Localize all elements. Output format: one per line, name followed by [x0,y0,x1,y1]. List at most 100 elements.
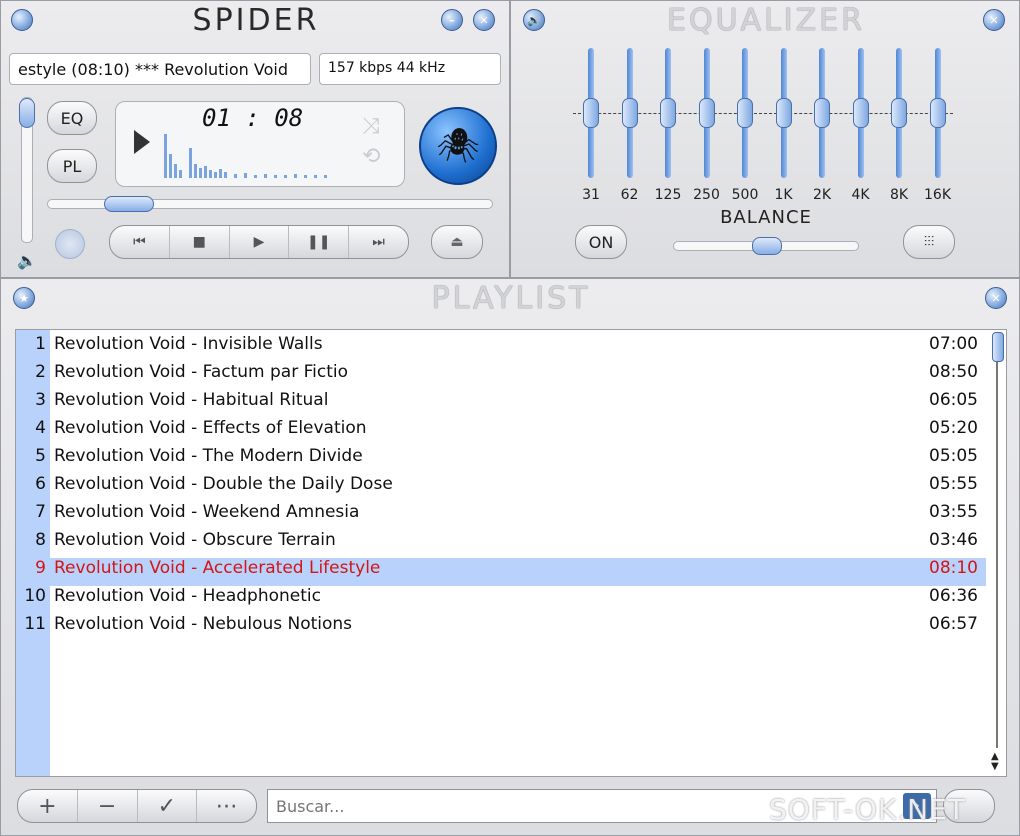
eq-thumb[interactable] [775,98,792,128]
track-name: Revolution Void - Accelerated Lifestyle [54,558,381,578]
eq-thumb[interactable] [891,98,907,128]
eq-band-label: 250 [693,187,720,203]
eq-thumb[interactable] [737,98,753,128]
scroll-thumb[interactable] [992,332,1004,362]
speaker-icon[interactable]: 🔈 [17,251,37,270]
eq-presets-button[interactable]: ⫶⫶⫶ [903,225,955,259]
volume-slider[interactable] [19,97,35,243]
eq-menu-button[interactable]: 🔊 [523,9,545,31]
eq-slider-31[interactable] [583,48,599,178]
playlist-title: PLAYLIST [431,281,591,316]
previous-icon[interactable]: ⏮ [110,226,170,258]
playlist-button[interactable]: PL [47,149,97,183]
table-row[interactable]: 2 Revolution Void - Factum par Fictio 08:5… [16,362,986,390]
track-name: Revolution Void - Invisible Walls [54,334,323,354]
eq-slider-2K[interactable] [814,48,830,178]
play-state-icon [134,130,150,154]
shuffle-icon[interactable]: ⤨ [362,114,380,139]
transport-controls: ⏮ ■ ▶ ❚❚ ⏭ [109,225,409,259]
eq-band-label: 1K [774,187,793,203]
track-duration: 05:55 [929,474,978,494]
balance-thumb[interactable] [752,237,782,255]
eq-thumb[interactable] [698,98,715,128]
next-icon[interactable]: ⏭ [349,226,408,258]
remove-icon[interactable]: − [78,790,138,822]
seek-bar[interactable] [47,196,493,212]
table-row[interactable]: 11 Revolution Void - Nebulous Notions 06:5… [16,614,986,642]
table-row[interactable]: 7 Revolution Void - Weekend Amnesia 03:55 [16,502,986,530]
play-icon[interactable]: ▶ [230,226,290,258]
eq-band-label: 31 [582,187,600,203]
table-row[interactable]: 3 Revolution Void - Habitual Ritual 06:05 [16,390,986,418]
track-duration: 07:00 [929,334,978,354]
eq-button[interactable]: EQ [47,101,97,135]
visualizer-display: 01 : 08 ⤨ ⟲ [115,101,405,187]
track-number: 9 [35,558,46,578]
eq-slider-125[interactable] [660,48,676,178]
track-duration: 06:36 [929,586,978,606]
repeat-icon[interactable]: ⟲ [362,144,380,169]
volume-thumb[interactable] [19,98,35,128]
table-row[interactable]: 1 Revolution Void - Invisible Walls 07:00 [16,334,986,362]
eq-band-label: 125 [654,187,682,203]
table-row[interactable]: 5 Revolution Void - The Modern Divide 05:0… [16,446,986,474]
stop-icon[interactable]: ■ [170,226,230,258]
track-duration: 08:50 [929,362,978,382]
eq-band-label: 8K [889,187,909,203]
eq-slider-4K[interactable] [852,48,869,178]
player-panel: SPIDER – ✕ estyle (08:10) *** Revolution… [0,0,510,278]
eq-thumb[interactable] [583,98,599,128]
track-number: 3 [35,390,46,410]
minimize-button[interactable]: – [441,9,463,31]
table-row[interactable]: 6 Revolution Void - Double the Daily Dose… [16,474,986,502]
close-button[interactable]: ✕ [473,9,495,31]
eq-slider-250[interactable] [698,48,715,178]
playlist-menu-button[interactable]: ★ [13,287,35,309]
more-icon[interactable]: ⋯ [197,790,256,822]
menu-button[interactable] [11,9,33,31]
playlist-list[interactable]: 1 Revolution Void - Invisible Walls 07:00 2… [15,329,1007,777]
spider-logo-button[interactable]: 🕷 [419,107,497,185]
playlist-actions: + − ✓ ⋯ [17,789,257,823]
seek-thumb[interactable] [104,196,154,212]
eq-close-button[interactable]: ✕ [983,9,1005,31]
table-row[interactable]: 9 Revolution Void - Accelerated Lifestyle… [16,558,986,586]
record-button[interactable] [55,229,85,259]
track-name: Revolution Void - Habitual Ritual [54,390,329,410]
scrollbar[interactable]: ▲ ▼ [990,332,1004,772]
add-icon[interactable]: + [18,790,78,822]
eq-thumb[interactable] [621,98,638,128]
track-duration: 05:20 [929,418,978,438]
table-row[interactable]: 8 Revolution Void - Obscure Terrain 03:46 [16,530,986,558]
table-row[interactable]: 4 Revolution Void - Effects of Elevation 0… [16,418,986,446]
eq-slider-1K[interactable] [775,48,792,178]
eq-thumb[interactable] [929,98,946,128]
track-name: Revolution Void - Effects of Elevation [54,418,367,438]
track-name: Revolution Void - Double the Daily Dose [54,474,393,494]
table-row[interactable]: 10 Revolution Void - Headphonetic 06:36 [16,586,986,614]
eq-thumb[interactable] [660,98,676,128]
track-number: 7 [35,502,46,522]
eject-button[interactable]: ⏏ [431,225,483,259]
eq-slider-16K[interactable] [929,48,946,178]
pause-icon[interactable]: ❚❚ [289,226,350,258]
playlist-close-button[interactable]: ✕ [985,287,1007,309]
balance-label: BALANCE [720,207,812,228]
eq-band-label: 2K [812,187,832,203]
spectrum-bars [164,132,354,178]
balance-slider[interactable] [673,237,859,255]
eq-slider-500[interactable] [737,48,753,178]
eq-thumb[interactable] [814,98,830,128]
eq-thumb[interactable] [852,98,869,128]
eq-slider-62[interactable] [621,48,638,178]
track-duration: 03:46 [929,530,978,550]
track-number: 10 [24,586,46,606]
track-number: 8 [35,530,46,550]
eq-on-button[interactable]: ON [575,225,627,259]
scroll-track [996,362,998,748]
track-duration: 06:05 [929,390,978,410]
check-icon[interactable]: ✓ [138,790,198,822]
playlist-panel: ★ PLAYLIST ✕ 1 Revolution Void - Invisibl… [0,278,1020,836]
scroll-arrows-icon[interactable]: ▲ ▼ [991,752,999,772]
eq-slider-8K[interactable] [891,48,907,178]
